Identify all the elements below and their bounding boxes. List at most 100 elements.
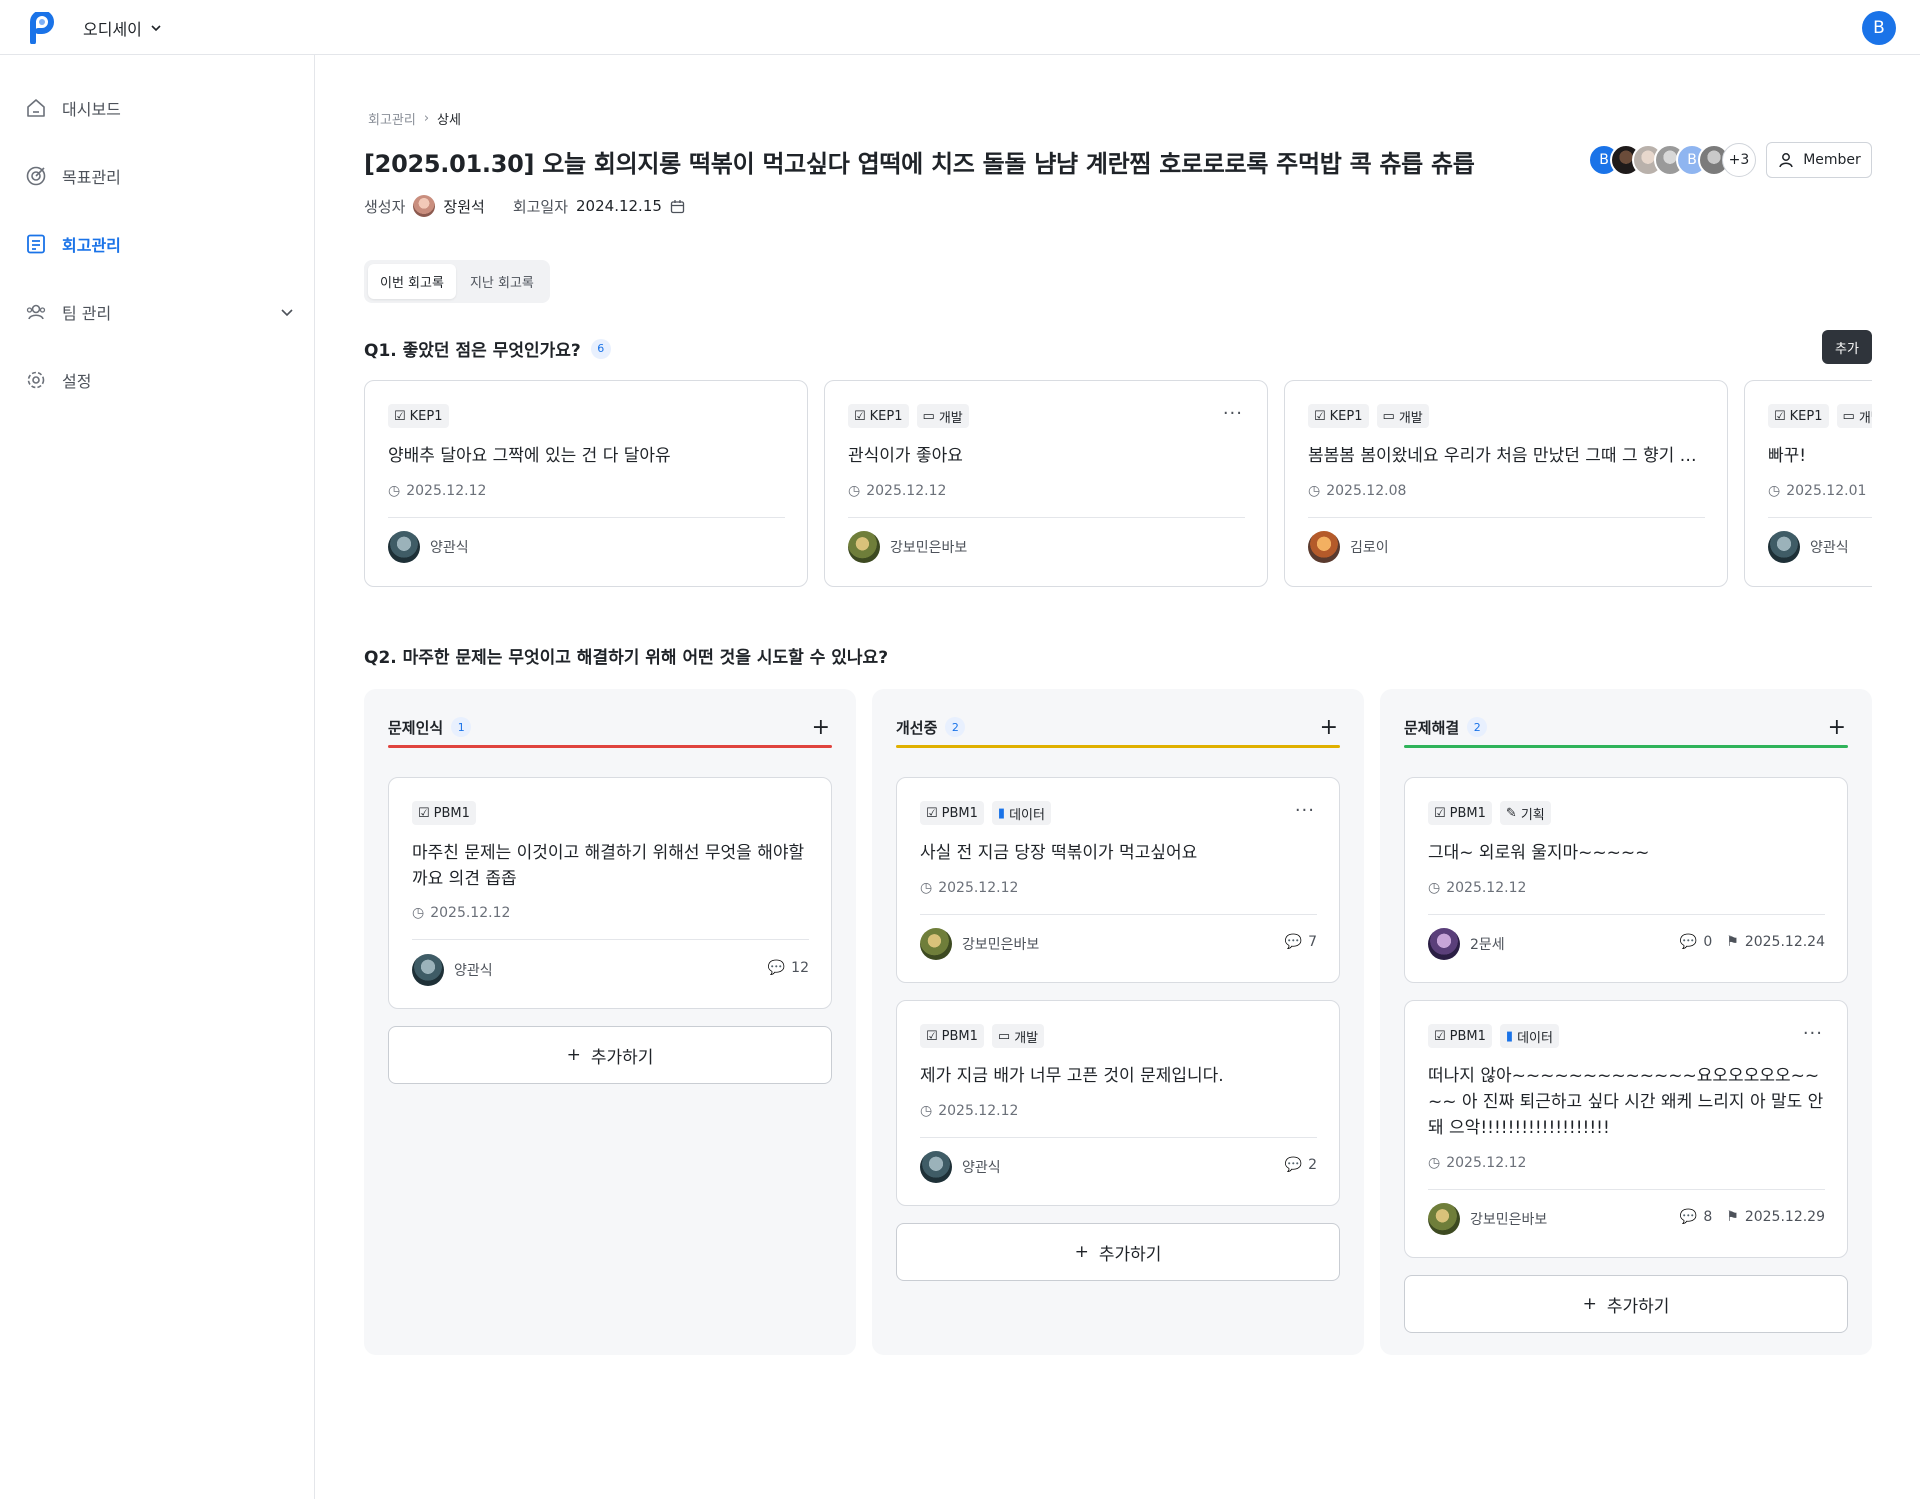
tag-chip: ▮ 데이터 bbox=[991, 801, 1051, 825]
card-divider bbox=[920, 914, 1317, 915]
sidebar-item-dashboard[interactable]: 대시보드 bbox=[24, 90, 294, 126]
app-logo-icon[interactable] bbox=[27, 12, 59, 44]
add-more-button[interactable]: + 추가하기 bbox=[388, 1026, 832, 1084]
creator-label: 생성자 bbox=[364, 197, 406, 216]
q1-card[interactable]: ☑ KEP1 양배추 달아요 그짝에 있는 건 다 달아유 ◷ 2025.12.12… bbox=[364, 380, 808, 587]
retro-tabs: 이번 회고록 지난 회고록 bbox=[364, 260, 550, 303]
resolved-date: ⚑ 2025.12.24 bbox=[1726, 934, 1825, 950]
tag-chip: ✎ 기획 bbox=[1499, 801, 1551, 825]
breadcrumb-current: 상세 bbox=[437, 113, 461, 128]
card-date: ◷ 2025.12.12 bbox=[920, 1103, 1019, 1119]
problem-card[interactable]: ☑ PBM1 ✎ 기획 그대~ 외로워 울지마~~~~~ ◷ 2025.12.12 2문… bbox=[1404, 777, 1848, 983]
plus-icon[interactable]: + bbox=[1320, 715, 1338, 740]
q1-card[interactable]: ☑KEP1 ▭개발 봄봄봄 봄이왔네요 우리가 처음 만났던 그때 그 향기 그대… bbox=[1284, 380, 1728, 587]
member-avatar-stack[interactable]: B B +3 bbox=[1588, 143, 1756, 177]
creator-name: 장원석 bbox=[443, 197, 485, 216]
q1-card-row[interactable]: ☑ KEP1 양배추 달아요 그짝에 있는 건 다 달아유 ◷ 2025.12.12… bbox=[364, 380, 1872, 588]
comment-count[interactable]: 💬 2 bbox=[1285, 1157, 1317, 1173]
problem-card[interactable]: ☑ PBM1 ▮ 데이터 ··· 사실 전 지금 당장 떡볶이가 먹고싶어요 ◷ 202… bbox=[896, 777, 1340, 983]
tag-chip: ☑ PBM1 bbox=[920, 1024, 984, 1048]
add-more-button[interactable]: + 추가하기 bbox=[1404, 1275, 1848, 1333]
more-options-icon[interactable]: ··· bbox=[1223, 403, 1243, 424]
kanban-column-resolved: 문제해결 2 + ☑ PBM1 ✎ 기획 그대~ 외로워 울지마~~~~~ ◷ 2025… bbox=[1380, 689, 1872, 1355]
more-options-icon[interactable]: ··· bbox=[1295, 800, 1315, 821]
card-stats: 💬 8 ⚑ 2025.12.29 bbox=[1680, 1209, 1825, 1225]
card-text: 빠꾸! bbox=[1768, 446, 1807, 466]
q1-card[interactable]: ☑KEP1 ▭개발 빠꾸! ◷2025.12.01 양관식 bbox=[1744, 380, 1872, 587]
tag-chip: ☑ KEP1 bbox=[1768, 404, 1829, 428]
member-button[interactable]: Member bbox=[1766, 142, 1872, 178]
chevron-down-icon[interactable] bbox=[280, 305, 294, 319]
problem-card[interactable]: ☑ PBM1 ▮ 데이터 ··· 떠나지 않아~~~~~~~~~~~~~요오오오오오~… bbox=[1404, 1000, 1848, 1258]
checkbox-icon: ☑ bbox=[1434, 805, 1446, 821]
card-stats: 💬 2 bbox=[1285, 1157, 1317, 1173]
q1-title-text: Q1. 좋았던 점은 무엇인가요? bbox=[364, 341, 581, 361]
more-options-icon[interactable]: ··· bbox=[1803, 1023, 1823, 1044]
card-text: 사실 전 지금 당장 떡볶이가 먹고싶어요 bbox=[920, 843, 1198, 863]
sidebar-item-team[interactable]: 팀 관리 bbox=[24, 294, 294, 330]
breadcrumb-parent[interactable]: 회고관리 bbox=[368, 109, 416, 128]
folder-icon: ▭ bbox=[922, 408, 935, 424]
column-color-bar bbox=[1404, 745, 1848, 748]
card-divider bbox=[412, 939, 809, 940]
plus-icon[interactable]: + bbox=[1828, 715, 1846, 740]
tab-previous[interactable]: 지난 회고록 bbox=[458, 264, 546, 299]
avatar bbox=[920, 928, 952, 960]
breadcrumb: 회고관리 › 상세 bbox=[368, 109, 461, 128]
sidebar-item-retrospective[interactable]: 회고관리 bbox=[24, 226, 294, 262]
column-count-badge: 2 bbox=[945, 717, 966, 737]
checkbox-icon: ☑ bbox=[926, 805, 938, 821]
clock-icon: ◷ bbox=[920, 880, 933, 896]
checkbox-icon: ☑ bbox=[854, 408, 866, 424]
q2-title-text: Q2. 마주한 문제는 무엇이고 해결하기 위해 어떤 것을 시도할 수 있나요… bbox=[364, 648, 889, 668]
checkbox-icon: ☑ bbox=[1774, 408, 1786, 424]
comment-icon: 💬 bbox=[1284, 934, 1303, 950]
sidebar: 대시보드 목표관리 회고관리 팀 관리 설정 bbox=[0, 55, 315, 1499]
clock-icon: ◷ bbox=[1428, 880, 1441, 896]
avatar bbox=[1428, 928, 1460, 960]
plus-icon[interactable]: + bbox=[812, 715, 830, 740]
document-icon bbox=[24, 232, 48, 256]
card-divider bbox=[388, 517, 785, 518]
problem-card[interactable]: ☑ PBM1 마주친 문제는 이것이고 해결하기 위해선 무엇을 해야할까요 의견… bbox=[388, 777, 832, 1009]
comment-count[interactable]: 💬 7 bbox=[1285, 934, 1317, 950]
workspace-selector[interactable]: 오디세이 bbox=[83, 16, 162, 40]
comment-count[interactable]: 💬 8 bbox=[1680, 1209, 1712, 1225]
card-text: 그대~ 외로워 울지마~~~~~ bbox=[1428, 843, 1650, 863]
sidebar-item-goals[interactable]: 목표관리 bbox=[24, 158, 294, 194]
tag-chip: ☑ KEP1 bbox=[848, 404, 909, 428]
card-text: 봄봄봄 봄이왔네요 우리가 처음 만났던 그때 그 향기 그대로 그대가 앉아 … bbox=[1308, 446, 1705, 466]
tag-chip: ▭개발 bbox=[991, 1024, 1045, 1048]
checkbox-icon: ☑ bbox=[1314, 408, 1326, 424]
kanban-column-improving: 개선중 2 + ☑ PBM1 ▮ 데이터 ··· 사실 전 지금 당장 떡볶이가 먹고… bbox=[872, 689, 1364, 1355]
comment-count[interactable]: 💬 0 bbox=[1680, 934, 1712, 950]
plus-icon: + bbox=[566, 1045, 581, 1065]
comment-count[interactable]: 💬 12 bbox=[768, 960, 809, 976]
tag-chip: ☑ PBM1 bbox=[412, 801, 476, 825]
add-more-button[interactable]: + 추가하기 bbox=[896, 1223, 1340, 1281]
member-more-count: +3 bbox=[1722, 143, 1756, 177]
column-color-bar bbox=[896, 745, 1340, 748]
card-divider bbox=[920, 1137, 1317, 1138]
date-value: 2024.12.15 bbox=[576, 197, 662, 215]
chevron-down-icon bbox=[151, 25, 161, 32]
tag-chip: ▭개발 bbox=[916, 404, 969, 428]
user-avatar[interactable]: B bbox=[1862, 11, 1896, 45]
column-header: 문제인식 1 + bbox=[388, 711, 832, 743]
column-title: 문제해결 bbox=[1404, 718, 1460, 737]
q2-title: Q2. 마주한 문제는 무엇이고 해결하기 위해 어떤 것을 시도할 수 있나요… bbox=[364, 643, 888, 668]
card-date: ◷ 2025.12.12 bbox=[412, 905, 511, 921]
home-icon bbox=[24, 96, 48, 120]
card-date: ◷ 2025.12.12 bbox=[388, 483, 487, 499]
problem-card[interactable]: ☑ PBM1 ▭ 개발 제가 지금 배가 너무 고픈 것이 문제입니다. ◷ 2025.… bbox=[896, 1000, 1340, 1206]
avatar bbox=[848, 531, 880, 563]
sidebar-item-settings[interactable]: 설정 bbox=[24, 362, 294, 398]
q1-card[interactable]: ☑ KEP1 ▭ 개발 ··· 관식이가 좋아요 ◷ 2025.12.12 강보민은바보 bbox=[824, 380, 1268, 587]
calendar-icon[interactable] bbox=[670, 199, 685, 214]
q1-add-button[interactable]: 추가 bbox=[1822, 330, 1872, 364]
clock-icon: ◷ bbox=[1308, 483, 1321, 499]
comment-icon: 💬 bbox=[1284, 1157, 1303, 1173]
tab-current[interactable]: 이번 회고록 bbox=[368, 264, 456, 299]
clock-icon: ◷ bbox=[1768, 483, 1781, 499]
avatar bbox=[1768, 531, 1800, 563]
